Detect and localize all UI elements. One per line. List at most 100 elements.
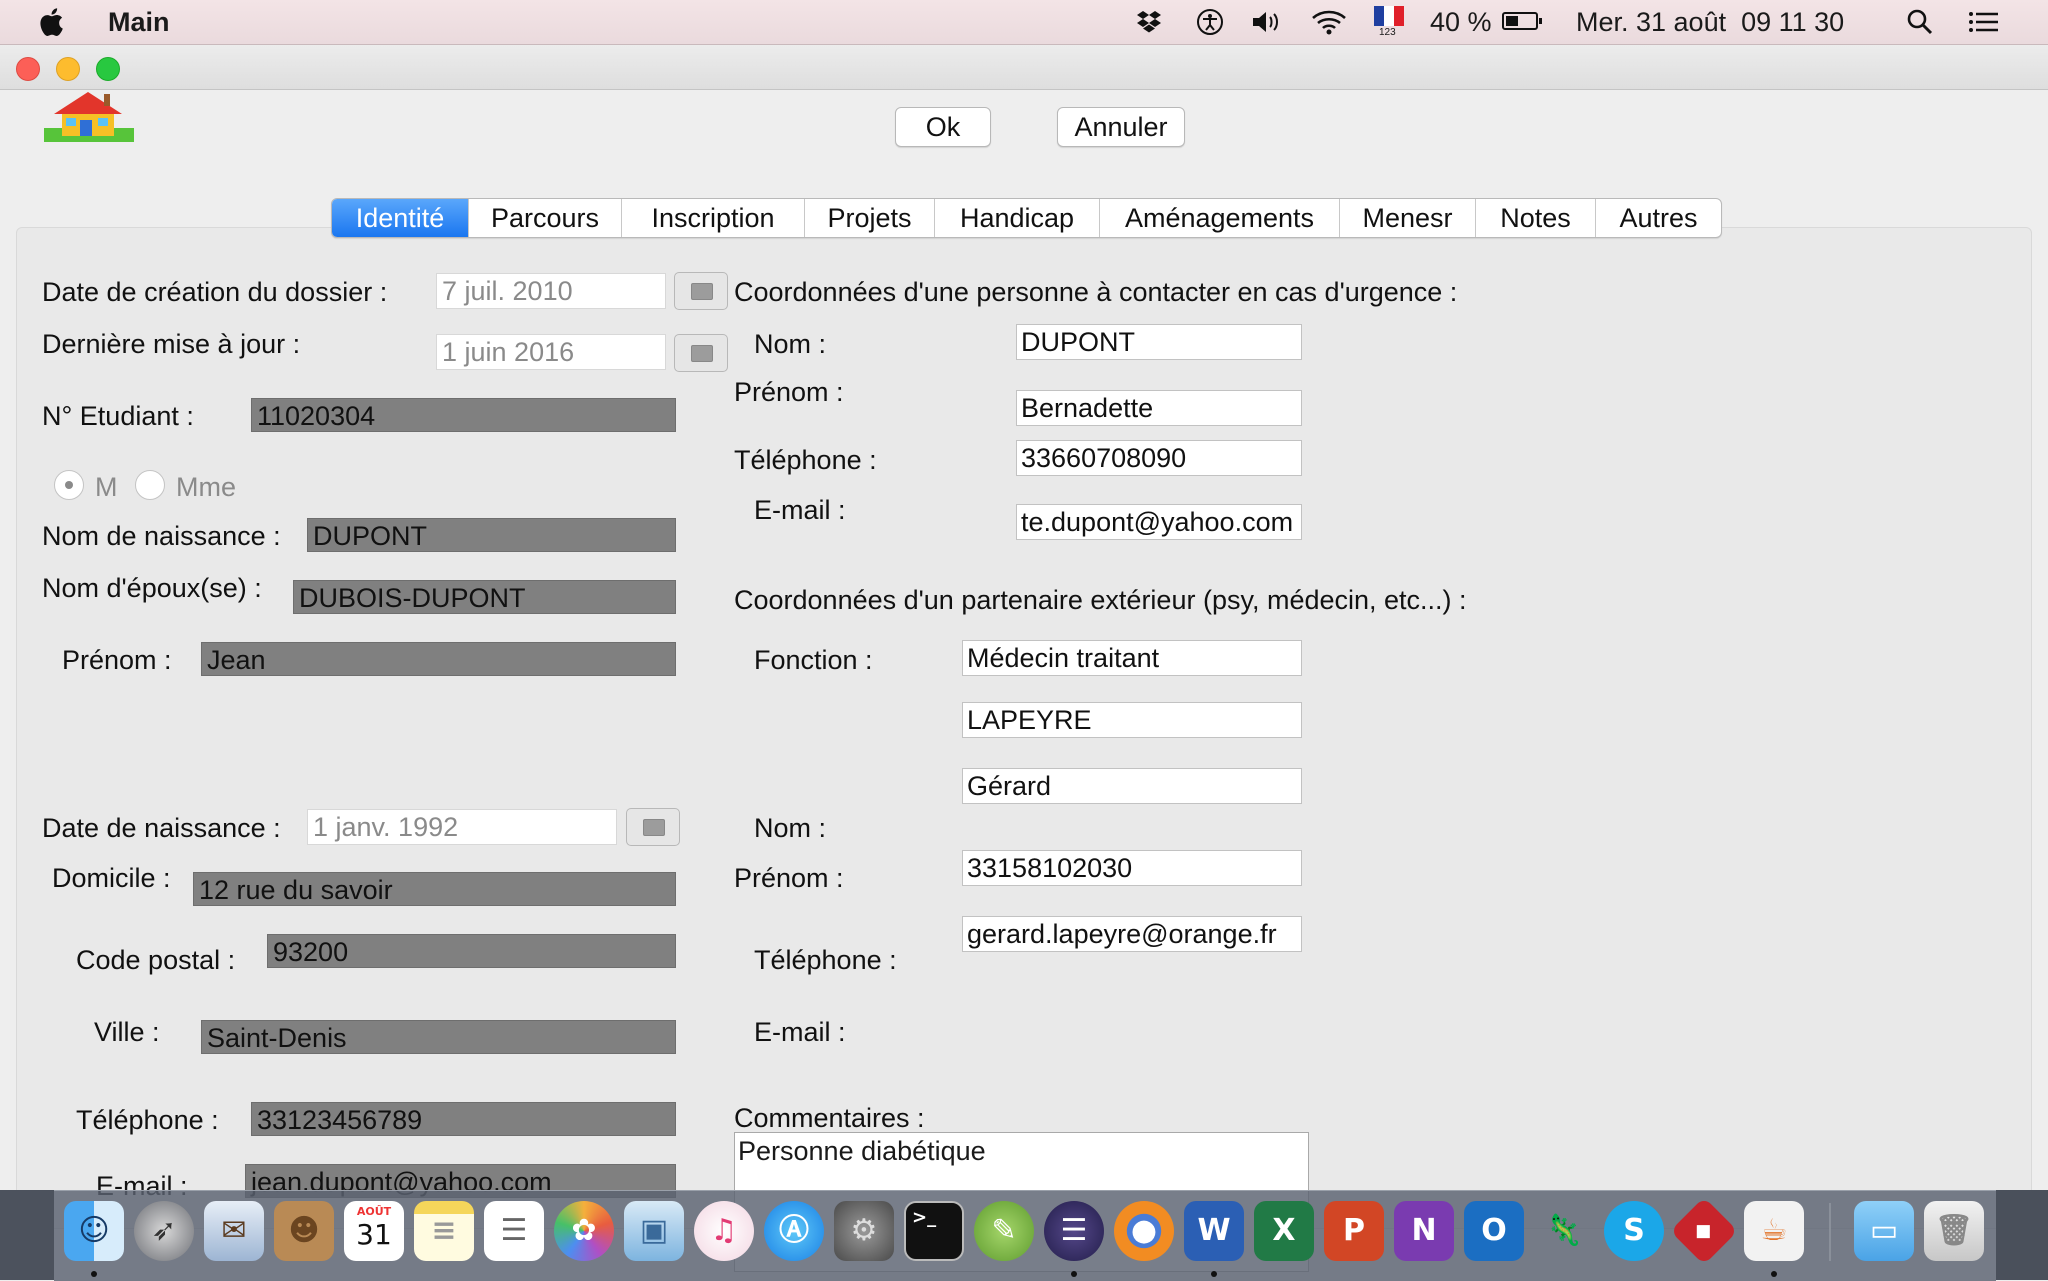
birth-date-calendar-button[interactable] <box>626 808 680 846</box>
spouse-name-field[interactable]: DUBOIS-DUPONT <box>293 580 676 614</box>
birth-name-field[interactable]: DUPONT <box>307 518 676 552</box>
terminal-icon[interactable]: >_ <box>904 1201 964 1261</box>
last-update-field[interactable]: 1 juin 2016 <box>436 334 666 370</box>
gender-mme-label: Mme <box>176 472 236 502</box>
emergency-first-name-field[interactable]: Bernadette <box>1016 390 1302 426</box>
battery-icon[interactable] <box>1502 12 1542 30</box>
minimize-window-button[interactable] <box>56 57 80 81</box>
close-window-button[interactable] <box>16 57 40 81</box>
emergency-last-name-field[interactable]: DUPONT <box>1016 324 1302 360</box>
battery-percent[interactable]: 40 % <box>1430 0 1492 44</box>
partner-function-field[interactable]: Médecin traitant <box>962 640 1302 676</box>
java-running-indicator <box>1771 1271 1777 1277</box>
launchpad-icon[interactable]: ➶ <box>134 1201 194 1261</box>
tab-amenagements[interactable]: Aménagements <box>1100 199 1340 237</box>
tab-bar: Identité Parcours Inscription Projets Ha… <box>331 198 1722 238</box>
onenote-icon[interactable]: N <box>1394 1201 1454 1261</box>
notes-icon[interactable]: ≡ <box>414 1201 474 1261</box>
partner-email-label: E-mail : <box>754 1017 846 1047</box>
trash-icon[interactable]: 🗑 <box>1924 1201 1984 1261</box>
last-update-calendar-button[interactable] <box>674 334 728 372</box>
student-no-field[interactable]: 11020304 <box>251 398 676 432</box>
menubar-clock[interactable]: Mer. 31 août 09 11 30 <box>1576 0 1844 44</box>
tab-notes[interactable]: Notes <box>1476 199 1596 237</box>
emergency-phone-field[interactable]: 33660708090 <box>1016 440 1302 476</box>
preview-icon[interactable]: ▣ <box>624 1201 684 1261</box>
emergency-heading: Coordonnées d'une personne à contacter e… <box>734 277 1458 307</box>
emergency-first-name-label: Prénom : <box>734 377 844 407</box>
finder-running-indicator <box>91 1271 97 1277</box>
first-name-field[interactable]: Jean <box>201 642 676 676</box>
photos-icon[interactable]: ✿ <box>554 1201 614 1261</box>
partner-phone-field[interactable]: 33158102030 <box>962 850 1302 886</box>
tab-inscription[interactable]: Inscription <box>622 199 805 237</box>
contacts-icon[interactable]: ☻ <box>274 1201 334 1261</box>
itunes-icon[interactable]: ♫ <box>694 1201 754 1261</box>
wifi-icon[interactable] <box>1310 8 1348 36</box>
comments-label: Commentaires : <box>734 1103 925 1133</box>
ok-button[interactable]: Ok <box>895 107 991 147</box>
emergency-email-field[interactable]: te.dupont@yahoo.com <box>1016 504 1302 540</box>
tab-identite[interactable]: Identité <box>332 199 469 237</box>
tab-handicap[interactable]: Handicap <box>935 199 1100 237</box>
skype-icon[interactable]: S <box>1604 1201 1664 1261</box>
partner-first-name-field[interactable]: Gérard <box>962 768 1302 804</box>
app-menu-title[interactable]: Main <box>108 0 170 44</box>
notification-center-icon[interactable] <box>1968 8 2000 36</box>
french-flag-icon[interactable] <box>1374 6 1404 26</box>
gender-m-label: M <box>95 472 118 502</box>
creation-date-field[interactable]: 7 juil. 2010 <box>436 273 666 309</box>
partner-last-name-field[interactable]: LAPEYRE <box>962 702 1302 738</box>
dock-separator <box>1829 1203 1831 1261</box>
apple-icon[interactable] <box>40 6 68 38</box>
eclipse-icon[interactable]: ☰ <box>1044 1201 1104 1261</box>
spotlight-search-icon[interactable] <box>1906 8 1934 36</box>
mail-icon[interactable]: ✉ <box>204 1201 264 1261</box>
city-field[interactable]: Saint-Denis <box>201 1020 676 1054</box>
outlook-icon[interactable]: O <box>1464 1201 1524 1261</box>
cancel-button[interactable]: Annuler <box>1057 107 1185 147</box>
tab-projets[interactable]: Projets <box>805 199 935 237</box>
reminders-icon[interactable]: ☰ <box>484 1201 544 1261</box>
volume-icon[interactable] <box>1250 8 1284 36</box>
partner-phone-label: Téléphone : <box>754 945 897 975</box>
birth-name-label: Nom de naissance : <box>42 521 281 551</box>
downloads-folder-icon[interactable]: ▭ <box>1854 1201 1914 1261</box>
firefox-icon[interactable]: ● <box>1114 1201 1174 1261</box>
app-store-icon[interactable]: Ⓐ <box>764 1201 824 1261</box>
java-icon[interactable]: ☕ <box>1744 1201 1804 1261</box>
gender-mme-radio[interactable] <box>135 470 165 500</box>
word-icon[interactable]: W <box>1184 1201 1244 1261</box>
tab-parcours[interactable]: Parcours <box>469 199 622 237</box>
house-logo-icon <box>44 92 134 142</box>
menu-bar: Main 123 40 % Mer. 31 août 09 11 30 <box>0 0 2048 45</box>
zoom-window-button[interactable] <box>96 57 120 81</box>
powerpoint-icon[interactable]: P <box>1324 1201 1384 1261</box>
birth-date-field[interactable]: 1 janv. 1992 <box>307 809 617 845</box>
word-running-indicator <box>1211 1271 1217 1277</box>
address-label: Domicile : <box>52 863 171 893</box>
excel-icon[interactable]: X <box>1254 1201 1314 1261</box>
accessibility-icon[interactable] <box>1196 8 1224 36</box>
emergency-last-name-label: Nom : <box>754 329 827 359</box>
partner-heading: Coordonnées d'un partenaire extérieur (p… <box>734 585 1467 615</box>
dropbox-icon[interactable] <box>1135 8 1163 36</box>
creation-date-calendar-button[interactable] <box>674 272 728 310</box>
desktop-background-left <box>0 1190 54 1280</box>
tab-menesr[interactable]: Menesr <box>1340 199 1476 237</box>
phone-field[interactable]: 33123456789 <box>251 1102 676 1136</box>
calendar-icon[interactable]: AOÛT 31 <box>344 1201 404 1261</box>
system-preferences-icon[interactable]: ⚙ <box>834 1201 894 1261</box>
partner-email-field[interactable]: gerard.lapeyre@orange.fr <box>962 916 1302 952</box>
postal-code-field[interactable]: 93200 <box>267 934 676 968</box>
emergency-phone-label: Téléphone : <box>734 445 877 475</box>
tab-autres[interactable]: Autres <box>1596 199 1721 237</box>
gender-m-radio[interactable] <box>54 470 84 500</box>
finder-icon[interactable]: ☺ <box>64 1201 124 1261</box>
partner-last-name-label: Nom : <box>754 813 827 843</box>
address-field[interactable]: 12 rue du savoir <box>193 872 676 906</box>
android-studio-icon[interactable]: ✎ <box>974 1201 1034 1261</box>
city-label: Ville : <box>94 1017 160 1047</box>
chameleon-icon[interactable]: 🦎 <box>1534 1201 1594 1261</box>
filezilla-icon[interactable]: ◆ <box>1670 1197 1738 1265</box>
